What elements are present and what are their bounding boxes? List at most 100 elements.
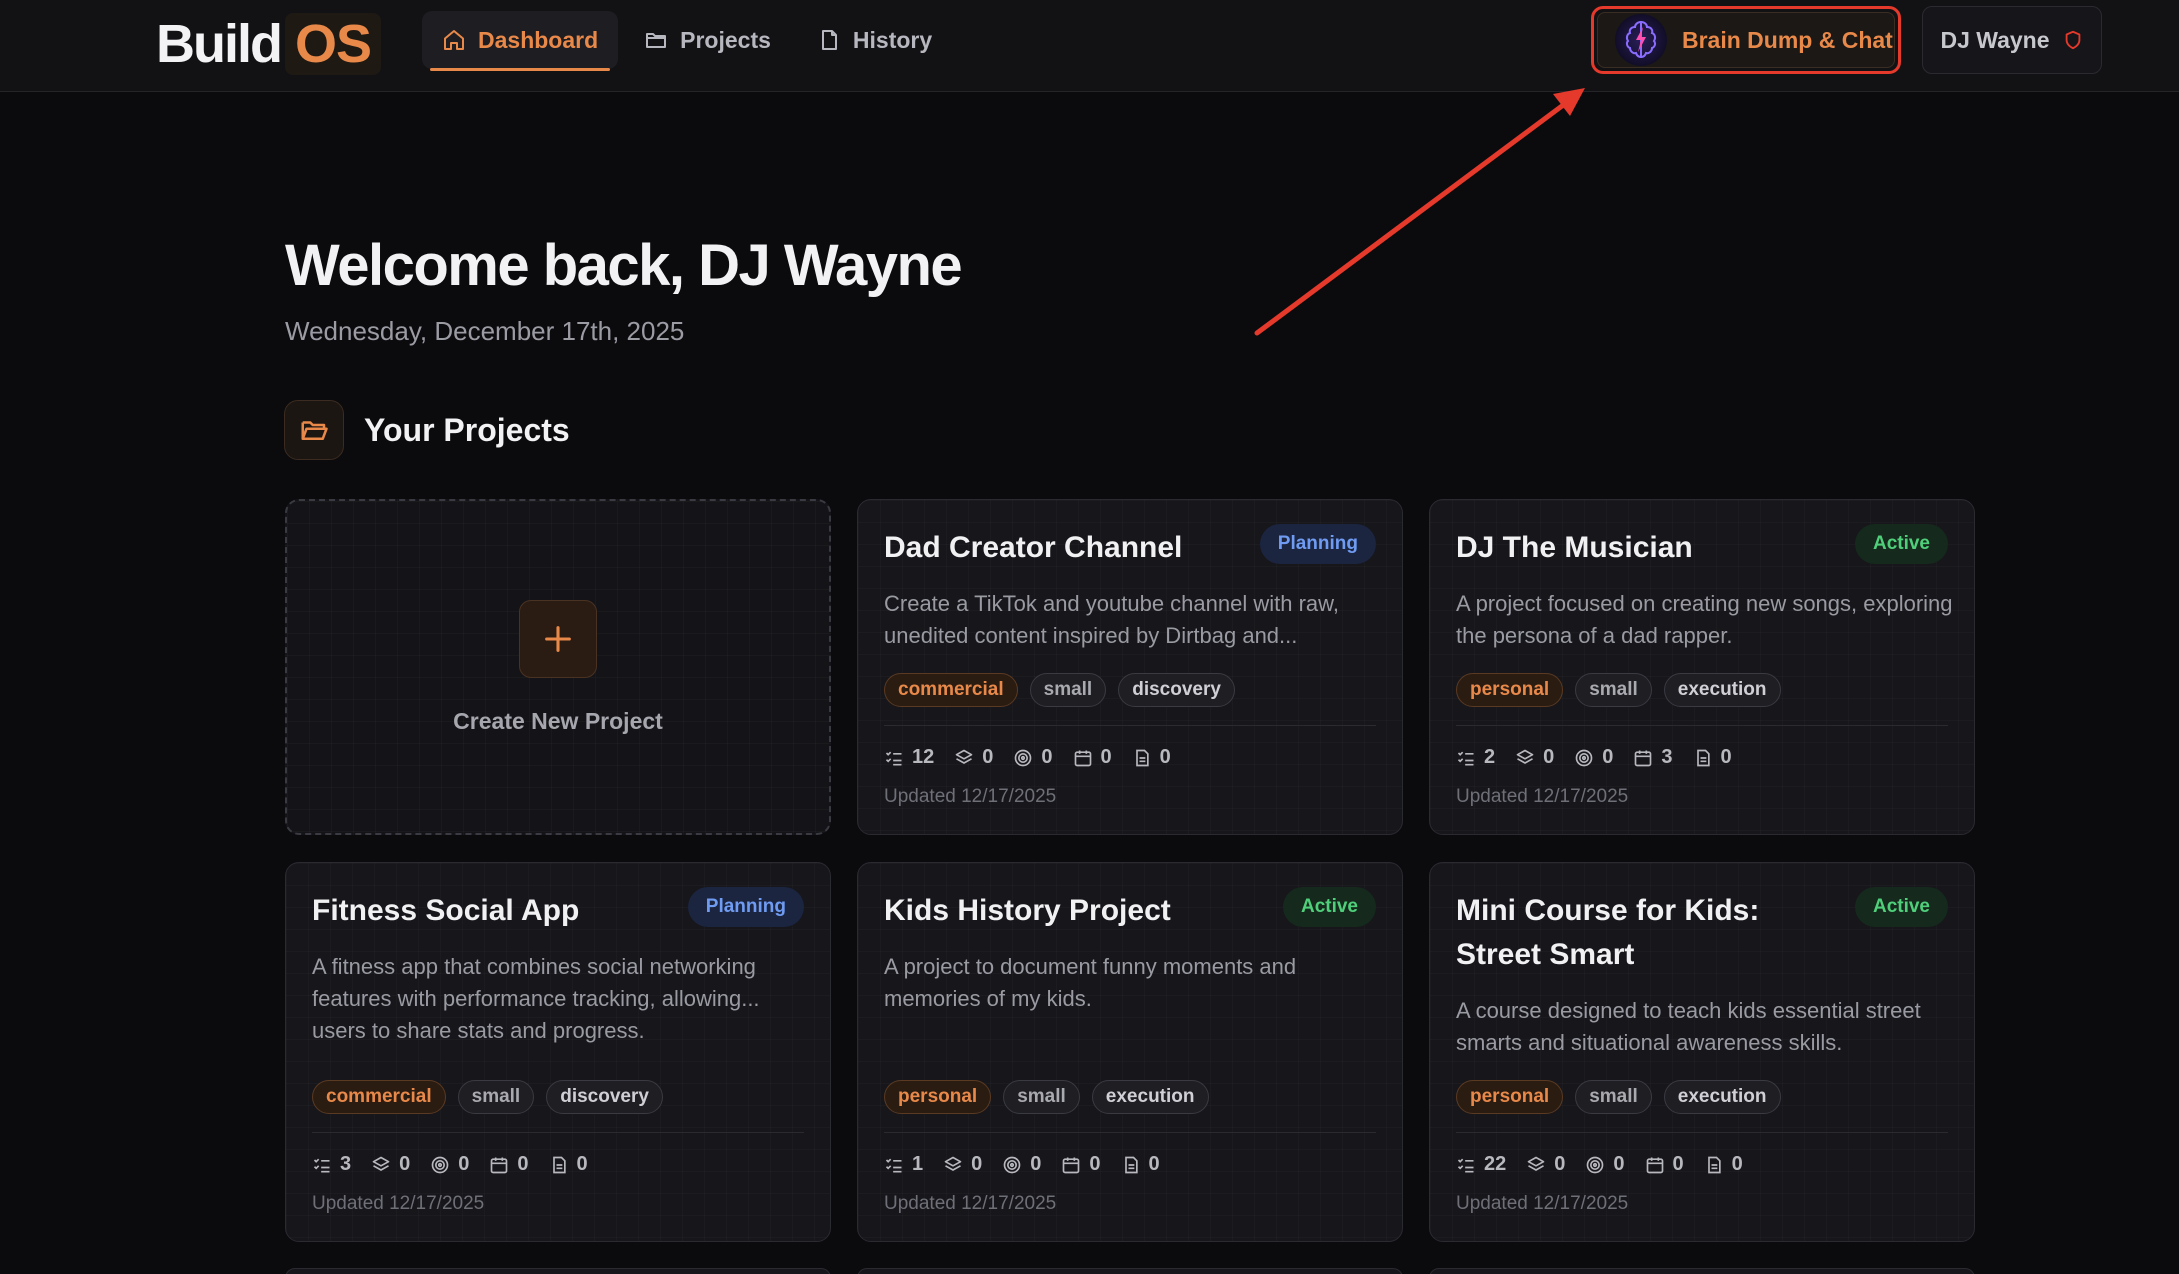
document-icon	[1707, 1156, 1721, 1173]
tag-type: personal	[1456, 1080, 1564, 1114]
project-tags: personal small execution	[1456, 1080, 1781, 1114]
project-card-peek[interactable]	[285, 1268, 831, 1274]
stat-tasks: 3	[312, 1153, 351, 1176]
user-name-label: DJ Wayne	[1940, 26, 2050, 53]
top-navigation-bar: Build OS Dashboard Projects History Brai…	[0, 0, 2179, 92]
tag-stage: execution	[1663, 673, 1781, 707]
document-icon	[1124, 1156, 1138, 1173]
stat-phases-value: 0	[399, 1153, 411, 1175]
project-stats: 2 0 0 3 0	[1456, 746, 1732, 769]
project-card[interactable]: Fitness Social App Planning A fitness ap…	[285, 862, 831, 1242]
project-title: Fitness Social App	[312, 894, 580, 927]
buildos-logo[interactable]: Build OS	[156, 10, 382, 78]
target-icon	[1575, 749, 1593, 766]
brain-dump-chat-button[interactable]: Brain Dump & Chat	[1591, 6, 1901, 74]
stat-events: 0	[1073, 746, 1112, 769]
stat-phases: 0	[1526, 1153, 1565, 1176]
layers-icon	[1516, 749, 1534, 764]
project-title: Mini Course for Kids: Street Smart	[1456, 894, 1760, 971]
card-divider	[1456, 725, 1948, 726]
project-card-peek[interactable]	[857, 1268, 1403, 1274]
stat-goals: 0	[1002, 1153, 1041, 1176]
annotation-arrow-line	[1254, 97, 1573, 336]
card-divider	[312, 1132, 804, 1133]
nav-projects[interactable]: Projects	[624, 11, 791, 69]
tag-size: small	[1575, 1080, 1652, 1114]
nav-history[interactable]: History	[797, 11, 952, 69]
stat-events: 0	[1061, 1153, 1101, 1176]
nav-projects-label: Projects	[680, 26, 771, 53]
stat-docs-value: 0	[1159, 746, 1171, 768]
stat-tasks-value: 3	[340, 1153, 352, 1175]
tag-type: personal	[1456, 673, 1564, 707]
updated-timestamp: Updated 12/17/2025	[884, 1193, 1057, 1214]
updated-timestamp: Updated 12/17/2025	[1456, 786, 1629, 807]
user-menu-button[interactable]: DJ Wayne	[1922, 6, 2102, 74]
stat-goals: 0	[1574, 746, 1613, 769]
tag-stage: execution	[1663, 1080, 1781, 1114]
checklist-icon	[885, 1158, 902, 1172]
stat-events-value: 0	[1089, 1153, 1101, 1175]
project-card[interactable]: Mini Course for Kids: Street Smart Activ…	[1429, 862, 1975, 1242]
document-icon	[821, 30, 837, 50]
project-stats: 22 0 0 0 0	[1456, 1153, 1743, 1176]
stat-phases: 0	[1515, 746, 1554, 769]
project-card[interactable]: DJ The Musician Active A project focused…	[1429, 499, 1975, 835]
stat-docs-value: 0	[1731, 1153, 1743, 1175]
create-project-plus-box	[519, 599, 597, 678]
stat-events-value: 0	[1100, 746, 1112, 768]
stat-docs-value: 0	[576, 1153, 588, 1175]
updated-timestamp: Updated 12/17/2025	[1456, 1193, 1629, 1214]
stat-events-value: 0	[1672, 1153, 1684, 1175]
project-card[interactable]: Dad Creator Channel Planning Create a Ti…	[857, 499, 1403, 835]
document-icon	[552, 1156, 566, 1173]
tag-size: small	[457, 1080, 535, 1114]
stat-docs-value: 0	[1148, 1153, 1160, 1175]
card-divider	[884, 1132, 1376, 1133]
nav-dashboard[interactable]: Dashboard	[422, 11, 619, 71]
stat-phases: 0	[943, 1153, 982, 1176]
project-description: A project to document funny moments and …	[884, 954, 1297, 1011]
nav-history-label: History	[852, 26, 933, 53]
stat-tasks-value: 22	[1484, 1153, 1507, 1175]
status-badge: Planning	[687, 887, 804, 927]
project-card-peek[interactable]	[1429, 1268, 1975, 1274]
brain-icon	[1615, 14, 1667, 66]
calendar-icon	[1074, 750, 1091, 766]
folder-open-icon	[301, 421, 328, 440]
calendar-icon	[1635, 750, 1652, 766]
project-stats: 1 0 0 0 0	[884, 1153, 1160, 1176]
logo-build-text: Build	[156, 14, 283, 74]
projects-section-icon-box	[284, 400, 344, 460]
projects-section-title: Your Projects	[364, 411, 570, 448]
stat-events: 0	[1645, 1153, 1684, 1176]
card-divider	[1456, 1132, 1948, 1133]
welcome-heading: Welcome back, DJ Wayne	[285, 233, 963, 298]
stat-docs: 0	[1704, 1153, 1743, 1176]
status-badge: Active	[1854, 524, 1948, 564]
document-icon	[1696, 749, 1710, 766]
project-description: A course designed to teach kids essentia…	[1456, 998, 1921, 1055]
tag-size: small	[1575, 673, 1652, 707]
project-card[interactable]: Kids History Project Active A project to…	[857, 862, 1403, 1242]
stat-goals: 0	[1013, 746, 1053, 769]
checklist-icon	[313, 1158, 330, 1172]
project-description: Create a TikTok and youtube channel with…	[884, 591, 1339, 648]
project-description: A project focused on creating new songs,…	[1456, 591, 1953, 648]
main-nav: Dashboard Projects History	[422, 11, 952, 71]
create-new-project-card[interactable]: Create New Project	[285, 499, 831, 835]
stat-goals-value: 0	[1602, 746, 1614, 768]
calendar-icon	[1063, 1157, 1080, 1173]
create-new-project-label: Create New Project	[453, 707, 663, 734]
status-badge: Active	[1282, 887, 1376, 927]
checklist-icon	[885, 751, 902, 765]
target-icon	[1015, 749, 1032, 766]
stat-goals-value: 0	[1613, 1153, 1625, 1175]
tag-size: small	[1003, 1080, 1080, 1114]
layers-icon	[1527, 1156, 1545, 1171]
stat-goals: 0	[430, 1153, 469, 1176]
target-icon	[1587, 1156, 1604, 1173]
logo-os-text: OS	[284, 13, 382, 75]
checklist-icon	[1457, 1158, 1474, 1172]
brain-dump-chat-label: Brain Dump & Chat	[1682, 26, 1893, 53]
